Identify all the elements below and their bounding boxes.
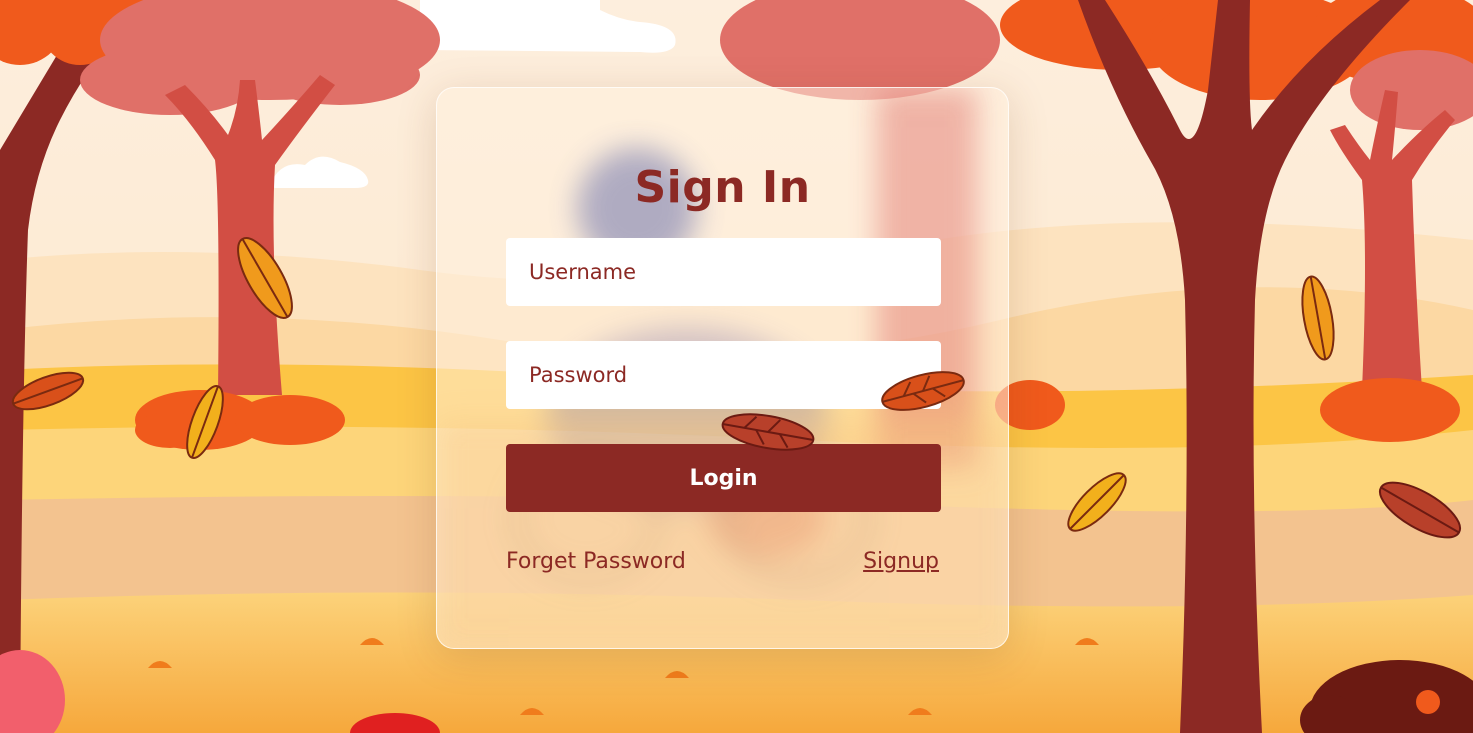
sign-in-card: Sign In Login Forget Password Signup (436, 87, 1009, 649)
username-input[interactable] (506, 238, 941, 306)
forget-password-link[interactable]: Forget Password (506, 549, 686, 574)
password-input[interactable] (506, 341, 941, 409)
page-title: Sign In (634, 162, 811, 213)
signup-link[interactable]: Signup (863, 549, 939, 574)
login-button[interactable]: Login (506, 444, 941, 512)
